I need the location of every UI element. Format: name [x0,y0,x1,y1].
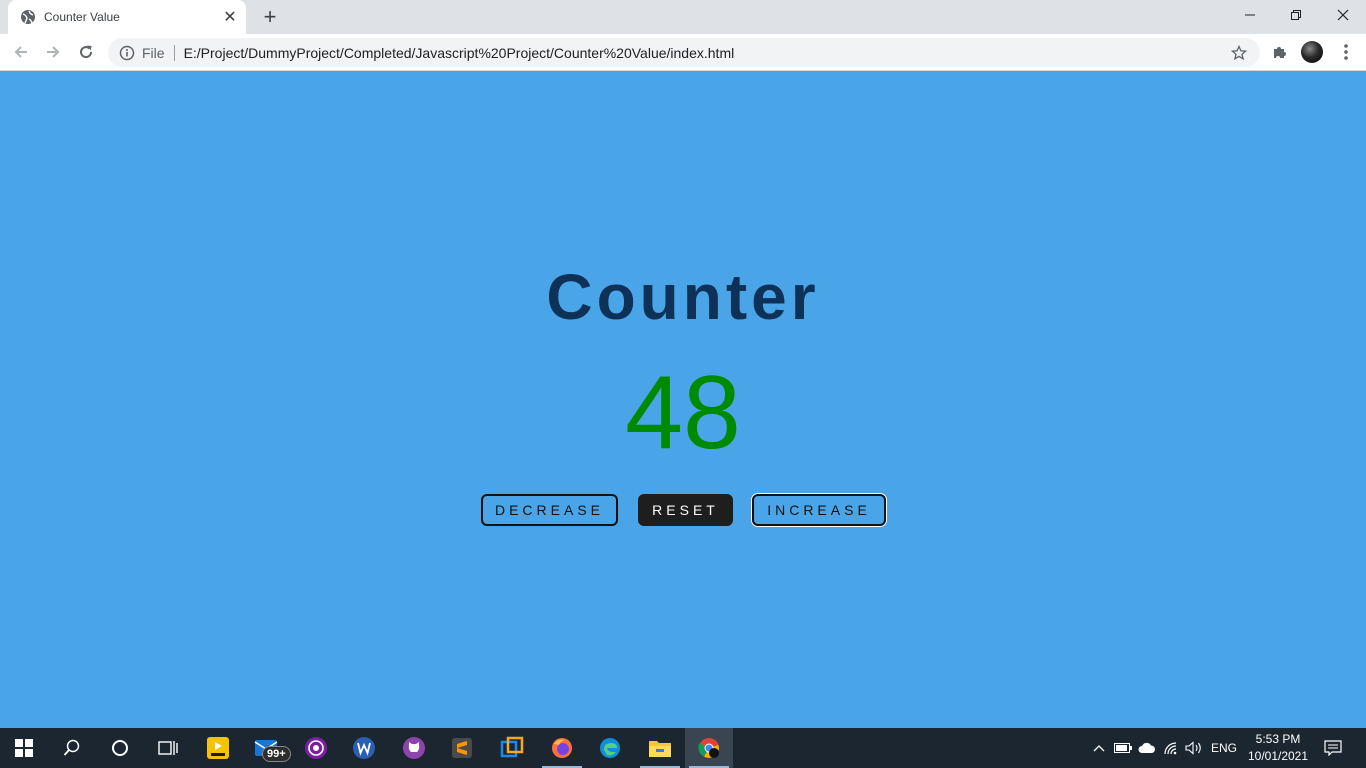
mail-unread-badge: 99+ [262,746,291,762]
vmware-icon[interactable] [488,728,536,768]
search-icon[interactable] [48,728,96,768]
page-viewport: Counter 48 DECREASE RESET INCREASE [0,71,1366,728]
reload-icon [80,45,93,59]
new-tab-button[interactable]: + [258,4,282,29]
browser-menu-icon[interactable] [1333,39,1359,65]
tab-title: Counter Value [44,10,120,24]
edge-icon[interactable] [586,728,634,768]
chevron-up-icon[interactable] [1090,728,1108,768]
address-separator [173,44,175,61]
language-indicator[interactable]: ENG [1208,728,1240,768]
podcast-app-icon[interactable] [292,728,340,768]
close-tab-icon[interactable]: ✕ [220,7,240,27]
battery-icon[interactable] [1113,728,1133,768]
increase-button[interactable]: INCREASE [752,494,886,526]
sublime-text-icon[interactable] [438,728,486,768]
decrease-button[interactable]: DECREASE [481,494,618,526]
bookmark-star-icon[interactable] [1230,44,1248,62]
system-clock[interactable]: 5:53 PM 10/01/2021 [1246,731,1310,765]
forward-button[interactable] [40,39,66,65]
file-explorer-icon[interactable] [636,728,684,768]
globe-icon [20,9,36,25]
task-view-icon[interactable] [144,728,192,768]
action-center-icon[interactable] [1320,728,1346,768]
onedrive-cloud-icon[interactable] [1137,728,1157,768]
extensions-icon[interactable] [1267,39,1293,65]
profile-avatar[interactable] [1299,39,1325,65]
back-arrow-icon [14,46,27,58]
chrome-icon[interactable] [685,728,733,768]
restore-button[interactable] [1273,0,1319,30]
windows-logo-icon [15,739,33,757]
page-title: Counter [546,261,820,333]
address-bar[interactable]: File E:/Project/DummyProject/Completed/J… [108,38,1260,67]
reload-button[interactable] [73,39,99,65]
address-url[interactable]: E:/Project/DummyProject/Completed/Javasc… [184,45,735,61]
cortana-icon[interactable] [96,728,144,768]
firefox-icon[interactable] [538,728,586,768]
counter-value: 48 [625,355,741,471]
taskbar: 99+ ENG 5:53 PM 10/01/2021 [0,728,1366,768]
wifi-icon[interactable] [1161,728,1181,768]
clock-date: 10/01/2021 [1247,749,1309,763]
info-icon[interactable] [119,45,135,61]
wps-app-icon[interactable] [340,728,388,768]
start-button[interactable] [0,728,48,768]
browser-toolbar: File E:/Project/DummyProject/Completed/J… [0,34,1366,71]
volume-icon[interactable] [1184,728,1204,768]
player-app-icon[interactable] [194,728,242,768]
clock-time: 5:53 PM [1255,732,1301,746]
avatar [1301,41,1323,63]
browser-tab[interactable]: Counter Value ✕ [8,0,246,34]
github-desktop-icon[interactable] [390,728,438,768]
forward-arrow-icon [47,46,60,58]
site-scheme-label: File [142,44,165,61]
browser-tab-strip: Counter Value ✕ + [0,0,1366,34]
close-window-button[interactable] [1320,0,1366,30]
minimize-button[interactable] [1227,0,1273,30]
reset-button[interactable]: RESET [638,494,733,526]
back-button[interactable] [8,39,34,65]
